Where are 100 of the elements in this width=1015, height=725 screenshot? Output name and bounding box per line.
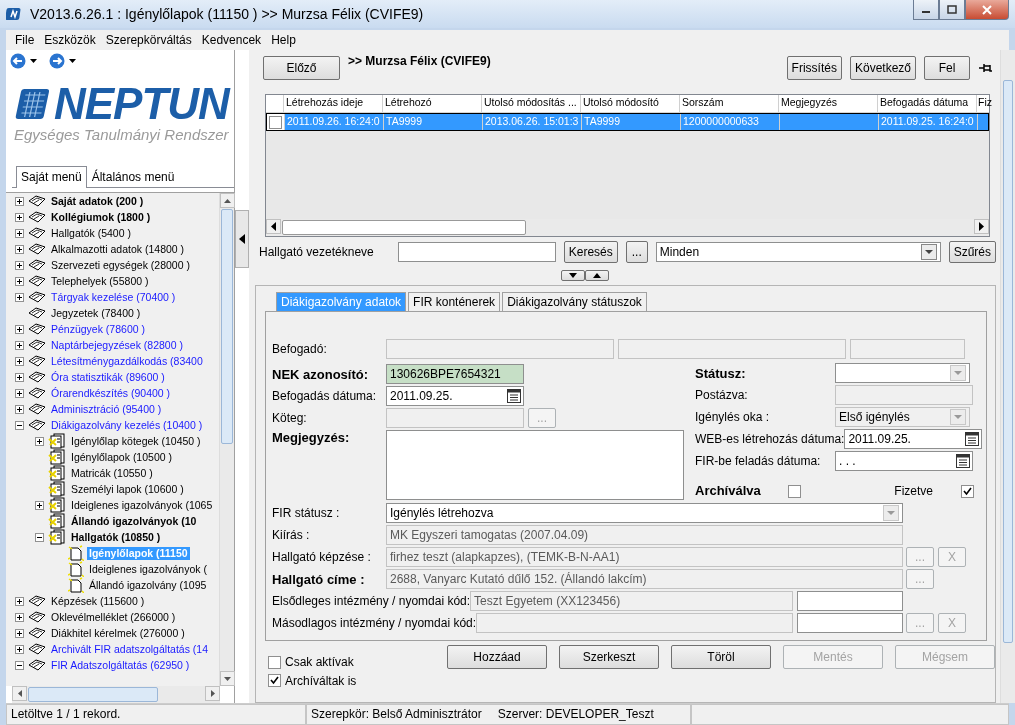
- tree-item[interactable]: Létesítménygazdálkodás (83400: [49, 355, 205, 368]
- column-header[interactable]: Létrehozás ideje: [284, 95, 383, 112]
- expand-icon[interactable]: [15, 596, 24, 606]
- tree-item[interactable]: Diákigazolvány kezelés (10400 ): [49, 419, 205, 432]
- tab[interactable]: Általános menü: [86, 166, 180, 188]
- menu-item[interactable]: Eszközök: [39, 30, 101, 50]
- tree-item[interactable]: Archivált FIR adatszolgáltatás (14: [49, 643, 210, 656]
- tree-item[interactable]: Oklevélmelléklet (266000 ): [49, 611, 178, 624]
- column-header[interactable]: Sorszám: [680, 95, 779, 112]
- calendar-icon[interactable]: [506, 388, 522, 405]
- tab[interactable]: Saját menü: [16, 166, 87, 189]
- scroll-left-icon[interactable]: [271, 222, 276, 231]
- tree-item[interactable]: Jegyzetek (78400 ): [49, 307, 143, 320]
- action-button[interactable]: Szerkeszt: [559, 645, 659, 670]
- scroll-right-icon[interactable]: [979, 222, 984, 231]
- column-header[interactable]: Utolsó módosítás ...: [482, 95, 581, 112]
- expand-icon[interactable]: [15, 612, 24, 622]
- date-field[interactable]: . . .: [835, 451, 973, 472]
- scroll-left-icon[interactable]: [17, 690, 22, 697]
- menu-item[interactable]: Szerepkörváltás: [100, 30, 197, 50]
- tab[interactable]: Diákigazolvány státuszok: [502, 292, 647, 312]
- date-field[interactable]: 2011.09.25.: [844, 429, 983, 450]
- caret-icon[interactable]: [69, 59, 76, 63]
- expand-icon[interactable]: [15, 340, 24, 350]
- scroll-down-icon[interactable]: [224, 676, 231, 681]
- filter-dropdown[interactable]: Minden: [655, 242, 941, 262]
- text-area[interactable]: [386, 430, 684, 501]
- expand-icon[interactable]: [15, 628, 24, 638]
- tree-item[interactable]: Pénzügyek (78600 ): [49, 323, 147, 336]
- collapse-panel-button[interactable]: [235, 210, 249, 268]
- expand-icon[interactable]: [35, 436, 44, 446]
- column-header[interactable]: Fiz: [977, 95, 993, 112]
- expand-icon[interactable]: [15, 292, 24, 302]
- checkbox[interactable]: [268, 656, 281, 670]
- expand-icon[interactable]: [15, 324, 24, 334]
- tree-item[interactable]: Hallgatók (10850 ): [69, 531, 163, 544]
- scrollbar[interactable]: [266, 219, 989, 236]
- tree-item[interactable]: Alkalmazotti adatok (14800 ): [49, 243, 187, 256]
- text-field[interactable]: 130626BPE7654321: [386, 364, 524, 385]
- tree-item[interactable]: Órarendkészítés (90400 ): [49, 387, 173, 400]
- action-button[interactable]: Töröl: [671, 645, 771, 670]
- expand-icon[interactable]: [15, 372, 24, 382]
- column-header[interactable]: Megjegyzés: [779, 95, 878, 112]
- column-header[interactable]: Létrehozó: [383, 95, 482, 112]
- expand-icon[interactable]: [15, 196, 24, 206]
- search-button[interactable]: Keresés: [563, 241, 618, 263]
- more-button[interactable]: ...: [625, 241, 648, 263]
- previous-button[interactable]: Előző: [263, 56, 340, 80]
- tree-item[interactable]: Kollégiumok (1800 ): [49, 211, 153, 224]
- scrollbar[interactable]: [12, 686, 220, 703]
- tree-item[interactable]: Igénylőlapok (10500 ): [69, 451, 174, 464]
- expand-up-button[interactable]: [584, 270, 609, 281]
- collapse-down-button[interactable]: [560, 270, 585, 281]
- tree-item[interactable]: Képzések (115600 ): [49, 595, 147, 608]
- pin-icon[interactable]: [978, 62, 994, 74]
- tree-item[interactable]: Diákhitel kérelmek (276000 ): [49, 627, 187, 640]
- tree-item[interactable]: FIR Adatszolgáltatás (62950 ): [49, 659, 192, 672]
- expand-icon[interactable]: [15, 212, 24, 222]
- checkbox[interactable]: [268, 674, 281, 688]
- tree-item[interactable]: Adminisztráció (95400 ): [49, 403, 164, 416]
- toolbar-button[interactable]: Frissítés: [786, 56, 842, 80]
- tree-item[interactable]: Igénylőlap kötegek (10450 ): [69, 435, 203, 448]
- expand-icon[interactable]: [15, 244, 24, 254]
- dropdown[interactable]: [835, 363, 970, 384]
- date-field[interactable]: 2011.09.25.: [386, 386, 524, 407]
- expand-icon[interactable]: [15, 404, 24, 414]
- expand-icon[interactable]: [15, 228, 24, 238]
- column-header[interactable]: Befogadás dátuma: [878, 95, 977, 112]
- menu-item[interactable]: Kedvencek: [196, 30, 267, 50]
- calendar-icon[interactable]: [955, 453, 971, 470]
- tree-item[interactable]: Ideiglenes igazolványok (1065: [69, 499, 215, 512]
- tree-item[interactable]: Matricák (10550 ): [69, 467, 155, 480]
- scrollbar[interactable]: [219, 193, 234, 686]
- close-button[interactable]: [965, 0, 1009, 20]
- collapse-icon[interactable]: [15, 420, 24, 430]
- menu-item[interactable]: File: [10, 30, 40, 50]
- text-field[interactable]: [797, 591, 903, 612]
- tree-item[interactable]: Naptárbejegyzések (82800 ): [49, 339, 185, 352]
- back-icon[interactable]: [10, 53, 26, 69]
- expand-icon[interactable]: [15, 276, 24, 286]
- scrollbar[interactable]: [1000, 50, 1015, 703]
- tree-item[interactable]: Telephelyek (55800 ): [49, 275, 151, 288]
- expand-icon[interactable]: [15, 388, 24, 398]
- tree-item[interactable]: Szervezeti egységek (28000 ): [49, 259, 192, 272]
- maximize-button[interactable]: [939, 0, 965, 20]
- search-field[interactable]: [397, 242, 556, 262]
- column-header[interactable]: Utolsó módosító: [581, 95, 680, 112]
- expand-icon[interactable]: [15, 644, 24, 654]
- tree-item[interactable]: Állandó igazolvány (1095: [87, 579, 209, 592]
- forward-icon[interactable]: [49, 53, 65, 69]
- collapse-icon[interactable]: [15, 660, 24, 670]
- checkbox[interactable]: [788, 484, 801, 498]
- toolbar-button[interactable]: Következő: [849, 56, 916, 80]
- tree-item[interactable]: Tárgyak kezelése (70400 ): [49, 291, 178, 304]
- checkbox[interactable]: [269, 115, 282, 129]
- expand-icon[interactable]: [15, 260, 24, 270]
- filter-button[interactable]: Szűrés: [948, 241, 996, 263]
- menu-item[interactable]: Help: [266, 30, 301, 50]
- calendar-icon[interactable]: [964, 431, 981, 448]
- tree-item[interactable]: Állandó igazolványok (10: [69, 515, 199, 528]
